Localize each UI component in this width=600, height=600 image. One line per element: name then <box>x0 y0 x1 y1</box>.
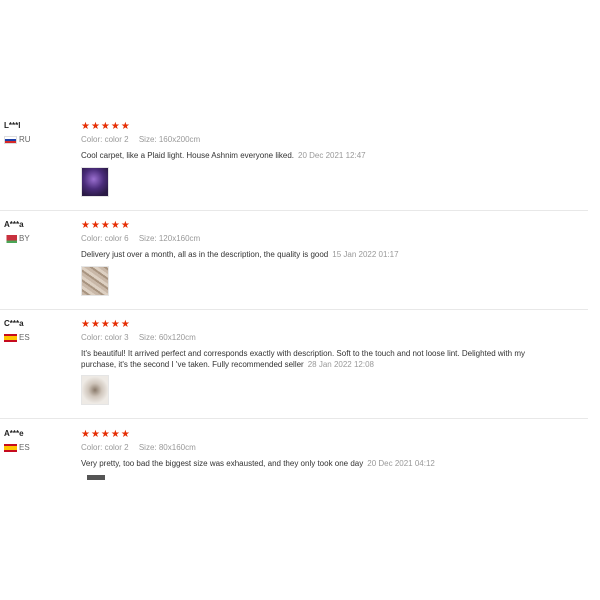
review-body: Delivery just over a month, all as in th… <box>81 250 329 259</box>
rating-stars: ★★★★★ <box>81 429 131 440</box>
color-label: Color: <box>81 333 103 342</box>
review-variant: Color: color 2 Size: 160x200cm <box>81 135 200 144</box>
viewport-cutoff <box>0 480 600 600</box>
divider <box>0 418 588 419</box>
flag-es-icon <box>4 443 17 452</box>
divider <box>0 309 588 310</box>
review-photo-thumbnail[interactable] <box>81 375 109 405</box>
country-code: ES <box>19 333 30 342</box>
size-label: Size: <box>138 135 157 144</box>
color-label: Color: <box>81 443 103 452</box>
color-value: color 6 <box>104 234 129 243</box>
reviewer-country: RU <box>4 135 31 144</box>
review-photo-thumbnail[interactable] <box>81 266 109 296</box>
review-body: It's beautiful! It arrived perfect and c… <box>81 349 525 369</box>
review-item: C***a ES ★★★★★ Color: color 3 Size: 60x1… <box>0 319 588 419</box>
size-value: 60x120cm <box>158 333 196 342</box>
review-text: It's beautiful! It arrived perfect and c… <box>81 348 531 370</box>
review-date: 20 Dec 2021 04:12 <box>367 459 435 468</box>
review-date: 15 Jan 2022 01:17 <box>332 250 399 259</box>
size-value: 80x160cm <box>158 443 196 452</box>
rating-stars: ★★★★★ <box>81 121 131 132</box>
review-item: A***a BY ★★★★★ Color: color 6 Size: 120x… <box>0 220 588 310</box>
review-date: 28 Jan 2022 12:08 <box>307 360 374 369</box>
color-label: Color: <box>81 234 103 243</box>
flag-by-icon <box>4 234 17 243</box>
rating-stars: ★★★★★ <box>81 319 131 330</box>
flag-ru-icon <box>4 135 17 144</box>
review-variant: Color: color 2 Size: 80x160cm <box>81 443 196 452</box>
size-label: Size: <box>138 443 157 452</box>
review-variant: Color: color 3 Size: 60x120cm <box>81 333 196 342</box>
review-date: 20 Dec 2021 12:47 <box>298 151 366 160</box>
flag-es-icon <box>4 333 17 342</box>
size-value: 160x200cm <box>158 135 201 144</box>
color-label: Color: <box>81 135 103 144</box>
review-variant: Color: color 6 Size: 120x160cm <box>81 234 200 243</box>
review-item: L***l RU ★★★★★ Color: color 2 Size: 160x… <box>0 121 588 211</box>
reviewer-name: C***a <box>4 319 24 328</box>
review-text: Cool carpet, like a Plaid light. House A… <box>81 150 531 161</box>
reviewer-country: ES <box>4 443 30 452</box>
color-value: color 2 <box>104 135 129 144</box>
reviewer-country: ES <box>4 333 30 342</box>
reviewer-name: A***e <box>4 429 24 438</box>
country-code: BY <box>19 234 30 243</box>
review-text: Delivery just over a month, all as in th… <box>81 249 531 260</box>
size-label: Size: <box>138 333 157 342</box>
divider <box>0 210 588 211</box>
size-label: Size: <box>138 234 157 243</box>
review-body: Very pretty, too bad the biggest size wa… <box>81 459 364 468</box>
review-text: Very pretty, too bad the biggest size wa… <box>81 458 531 469</box>
rating-stars: ★★★★★ <box>81 220 131 231</box>
reviewer-name: A***a <box>4 220 24 229</box>
color-value: color 3 <box>104 333 129 342</box>
reviewer-name: L***l <box>4 121 21 130</box>
review-body: Cool carpet, like a Plaid light. House A… <box>81 151 294 160</box>
country-code: RU <box>19 135 31 144</box>
color-value: color 2 <box>104 443 129 452</box>
country-code: ES <box>19 443 30 452</box>
reviewer-country: BY <box>4 234 30 243</box>
review-photo-thumbnail[interactable] <box>81 167 109 197</box>
size-value: 120x160cm <box>158 234 201 243</box>
